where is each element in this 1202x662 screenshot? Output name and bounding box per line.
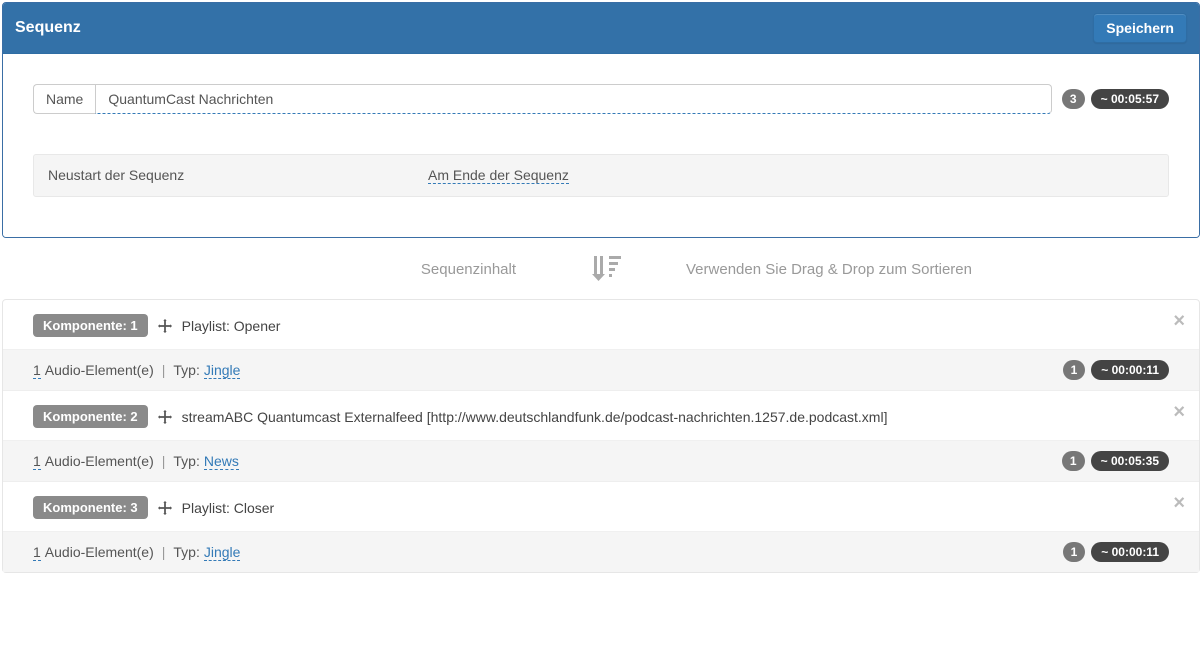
pipe: | bbox=[162, 544, 166, 560]
component-detail: 1 Audio-Element(e) | Typ: Jingle 1 ~ 00:… bbox=[3, 531, 1199, 572]
sequence-panel: Sequenz Speichern Name 3 ~ 00:05:57 Neus… bbox=[2, 2, 1200, 238]
component-badge: Komponente: 1 bbox=[33, 314, 148, 337]
component-duration-badge: ~ 00:05:35 bbox=[1091, 451, 1169, 471]
detail-right: 1 ~ 00:05:35 bbox=[1062, 451, 1169, 471]
type-label: Typ: bbox=[173, 544, 199, 560]
panel-header: Sequenz Speichern bbox=[3, 3, 1199, 54]
component-detail: 1 Audio-Element(e) | Typ: News 1 ~ 00:05… bbox=[3, 440, 1199, 481]
section-hint: Verwenden Sie Drag & Drop zum Sortieren bbox=[626, 261, 1162, 278]
name-input[interactable] bbox=[95, 84, 1052, 114]
move-icon[interactable] bbox=[158, 410, 172, 424]
component-item: Komponente: 3 Playlist: Closer × 1 Audio… bbox=[3, 482, 1199, 572]
component-count-badge: 1 bbox=[1063, 360, 1086, 380]
restart-label: Neustart der Sequenz bbox=[48, 167, 428, 184]
audio-count[interactable]: 1 bbox=[33, 453, 41, 470]
move-icon[interactable] bbox=[158, 501, 172, 515]
component-title: Playlist: Closer bbox=[182, 500, 275, 516]
audio-text: Audio-Element(e) bbox=[45, 453, 154, 469]
component-badge: Komponente: 3 bbox=[33, 496, 148, 519]
summary-duration-badge: ~ 00:05:57 bbox=[1091, 89, 1169, 109]
name-row: Name 3 ~ 00:05:57 bbox=[33, 84, 1169, 114]
type-label: Typ: bbox=[173, 362, 199, 378]
name-label: Name bbox=[33, 84, 95, 114]
component-duration-badge: ~ 00:00:11 bbox=[1091, 542, 1169, 562]
component-header: Komponente: 3 Playlist: Closer × bbox=[3, 482, 1199, 531]
section-header: Sequenzinhalt Verwenden Sie Drag & Drop … bbox=[0, 240, 1202, 299]
summary-count-badge: 3 bbox=[1062, 89, 1085, 109]
section-content-label: Sequenzinhalt bbox=[40, 261, 586, 278]
component-title: streamABC Quantumcast Externalfeed [http… bbox=[182, 409, 888, 425]
type-label: Typ: bbox=[173, 453, 199, 469]
detail-right: 1 ~ 00:00:11 bbox=[1063, 542, 1169, 562]
pipe: | bbox=[162, 453, 166, 469]
panel-title: Sequenz bbox=[15, 19, 81, 37]
detail-left: 1 Audio-Element(e) | Typ: Jingle bbox=[33, 362, 240, 379]
type-value[interactable]: News bbox=[204, 453, 239, 470]
component-item: Komponente: 2 streamABC Quantumcast Exte… bbox=[3, 391, 1199, 482]
summary-badges: 3 ~ 00:05:57 bbox=[1062, 89, 1169, 109]
detail-left: 1 Audio-Element(e) | Typ: News bbox=[33, 453, 239, 470]
component-count-badge: 1 bbox=[1062, 451, 1085, 471]
component-title: Playlist: Opener bbox=[182, 318, 281, 334]
move-icon[interactable] bbox=[158, 319, 172, 333]
panel-body: Name 3 ~ 00:05:57 Neustart der Sequenz A… bbox=[3, 54, 1199, 237]
pipe: | bbox=[162, 362, 166, 378]
type-value[interactable]: Jingle bbox=[204, 362, 241, 379]
component-detail: 1 Audio-Element(e) | Typ: Jingle 1 ~ 00:… bbox=[3, 349, 1199, 390]
audio-count[interactable]: 1 bbox=[33, 362, 41, 379]
component-item: Komponente: 1 Playlist: Opener × 1 Audio… bbox=[3, 300, 1199, 391]
component-count-badge: 1 bbox=[1063, 542, 1086, 562]
component-header: Komponente: 2 streamABC Quantumcast Exte… bbox=[3, 391, 1199, 440]
restart-row: Neustart der Sequenz Am Ende der Sequenz bbox=[33, 154, 1169, 197]
audio-text: Audio-Element(e) bbox=[45, 544, 154, 560]
audio-text: Audio-Element(e) bbox=[45, 362, 154, 378]
audio-count[interactable]: 1 bbox=[33, 544, 41, 561]
name-input-group: Name bbox=[33, 84, 1052, 114]
component-header: Komponente: 1 Playlist: Opener × bbox=[3, 300, 1199, 349]
close-icon[interactable]: × bbox=[1173, 310, 1185, 333]
component-duration-badge: ~ 00:00:11 bbox=[1091, 360, 1169, 380]
restart-value[interactable]: Am Ende der Sequenz bbox=[428, 167, 569, 184]
components-list: Komponente: 1 Playlist: Opener × 1 Audio… bbox=[2, 299, 1200, 573]
type-value[interactable]: Jingle bbox=[204, 544, 241, 561]
save-button[interactable]: Speichern bbox=[1093, 13, 1187, 43]
component-badge: Komponente: 2 bbox=[33, 405, 148, 428]
sort-icon bbox=[586, 254, 626, 285]
close-icon[interactable]: × bbox=[1173, 492, 1185, 515]
detail-right: 1 ~ 00:00:11 bbox=[1063, 360, 1169, 380]
close-icon[interactable]: × bbox=[1173, 401, 1185, 424]
detail-left: 1 Audio-Element(e) | Typ: Jingle bbox=[33, 544, 240, 561]
